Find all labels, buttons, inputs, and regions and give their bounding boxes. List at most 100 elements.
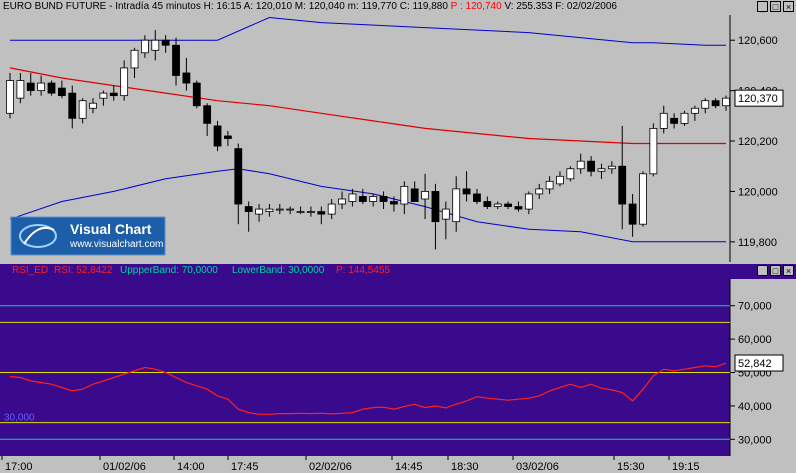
candle-body <box>89 102 97 109</box>
candle <box>192 80 201 109</box>
candle-body <box>462 188 471 195</box>
candle-body <box>16 80 25 99</box>
candle <box>680 110 689 126</box>
rsi-window-button-2[interactable]: × <box>783 265 794 276</box>
price-window-button-2[interactable]: × <box>783 1 794 12</box>
time-axis: 17:00 01/02/06 14:00 17:45 02/02/06 14:45 18:3… <box>0 456 796 473</box>
rsi-legend-item-1: RSI: 52,8422 <box>54 265 112 276</box>
time-tick-label: 18:30 <box>451 461 479 473</box>
candle <box>639 171 647 227</box>
candle-body <box>369 196 378 202</box>
candle-body <box>556 175 564 185</box>
candle-body <box>514 206 523 210</box>
candle-body <box>690 107 699 114</box>
price-stats: H: 16:15 A: 120,010 M: 120,040 m: 119,77… <box>204 1 617 12</box>
candle-body <box>213 125 222 147</box>
candle-body <box>57 87 66 97</box>
price-last-value: 120,370 <box>738 93 778 105</box>
candle-body <box>545 180 554 190</box>
candle-body <box>182 72 191 84</box>
rsi-chart-svg[interactable]: 70,00060,00050,00040,00030,00052,84230,0… <box>0 264 796 456</box>
candle <box>649 123 658 177</box>
stat-value-5: 120,740 <box>465 1 502 12</box>
candle-body <box>99 92 108 99</box>
candle-body <box>649 128 658 175</box>
candle-body <box>504 203 512 207</box>
candle-body <box>493 203 502 207</box>
rsi-legend-label: P: <box>336 265 349 276</box>
candle-body <box>701 100 710 109</box>
candle-body <box>234 148 243 205</box>
price-window-buttons: _ □ × <box>757 1 794 12</box>
watermark-title: Visual Chart <box>70 221 152 237</box>
candle-body <box>576 160 585 170</box>
candle-body <box>400 185 409 205</box>
rsi-legend-item-2: UppperBand: 70,0000 <box>120 265 218 276</box>
candle-body <box>639 173 647 225</box>
stat-value-2: 120,040 <box>308 1 345 12</box>
stat-value-0: 16:15 <box>216 1 242 12</box>
rsi-window-button-0[interactable]: _ <box>757 265 768 276</box>
candle-body <box>151 39 160 51</box>
candle-body <box>37 82 46 92</box>
price-title: EURO BUND FUTURE - Intradía 45 minutos <box>3 1 201 12</box>
candle-body <box>120 67 129 97</box>
candle-body <box>172 44 180 76</box>
stat-label-6: V: <box>501 1 517 12</box>
candle-body <box>109 92 118 97</box>
candle-body <box>680 112 689 124</box>
candle-body <box>130 49 139 69</box>
candle-body <box>597 168 606 172</box>
rsi-legend-label: LowerBand: <box>232 265 289 276</box>
candle-body <box>452 188 461 223</box>
candle-body <box>711 100 720 107</box>
stat-value-6: 255.353 <box>516 1 553 12</box>
stat-value-1: 120,010 <box>255 1 293 12</box>
stat-label-7: F: <box>552 1 567 12</box>
candle-body <box>255 208 263 215</box>
candle-body <box>68 92 77 119</box>
rsi-chart-pane[interactable]: 70,000 60,000 50,000 40,000 30,000 52,842 30,0… <box>0 264 796 456</box>
candle-body <box>566 168 575 180</box>
price-window-button-1[interactable]: □ <box>770 1 781 12</box>
rsi-legend-value: 30,0000 <box>288 265 325 276</box>
price-window-button-0[interactable]: _ <box>757 1 768 12</box>
candle-body <box>203 105 212 124</box>
rsi-titlebar: RSI_ED RSI: 52,8422 UppperBand: 70,0000 Lo… <box>0 264 796 279</box>
rsi-legend-label: RSI: <box>54 265 77 276</box>
candle-body <box>224 135 232 139</box>
candle-body <box>722 97 730 107</box>
time-tick-label: 17:45 <box>231 461 259 473</box>
rsi-ytick-label: 40,000 <box>738 401 772 413</box>
candle-body <box>140 39 149 54</box>
candle-body <box>286 208 295 211</box>
rsi-legend-label: RSI_ED <box>12 265 49 276</box>
time-tick-label: 17:00 <box>5 461 33 473</box>
price-chart-svg[interactable]: 120,600120,400120,200120,000119,800120,3… <box>0 0 796 262</box>
candle-body <box>265 208 274 212</box>
candle-body <box>358 196 367 202</box>
candle-body <box>607 165 616 170</box>
watermark-url: www.visualchart.com <box>69 239 163 250</box>
price-ytick-label: 120,200 <box>738 136 778 148</box>
stat-label-0: H: <box>203 1 217 12</box>
candle-body <box>659 112 668 129</box>
time-tick-label: 02/02/06 <box>309 461 352 473</box>
candle-body <box>327 203 336 215</box>
time-tick-label: 03/02/06 <box>516 461 559 473</box>
candle <box>566 166 575 182</box>
price-ytick-label: 119,800 <box>738 237 777 249</box>
stat-label-2: M: <box>292 1 309 12</box>
time-tick-label: 19:15 <box>672 461 700 473</box>
candle-body <box>296 211 305 213</box>
rsi-ytick-label: 60,000 <box>738 334 772 346</box>
rsi-ytick-label: 30,000 <box>738 434 772 446</box>
candle-body <box>618 165 627 205</box>
candle-body <box>473 193 481 202</box>
candle-body <box>628 203 637 225</box>
candle-body <box>275 208 284 211</box>
candle-body <box>670 117 679 124</box>
candle-body <box>338 198 346 205</box>
price-chart-pane[interactable]: 120,600120,400120,200120,000119,800120,3… <box>0 0 796 262</box>
rsi-window-button-1[interactable]: □ <box>770 265 781 276</box>
